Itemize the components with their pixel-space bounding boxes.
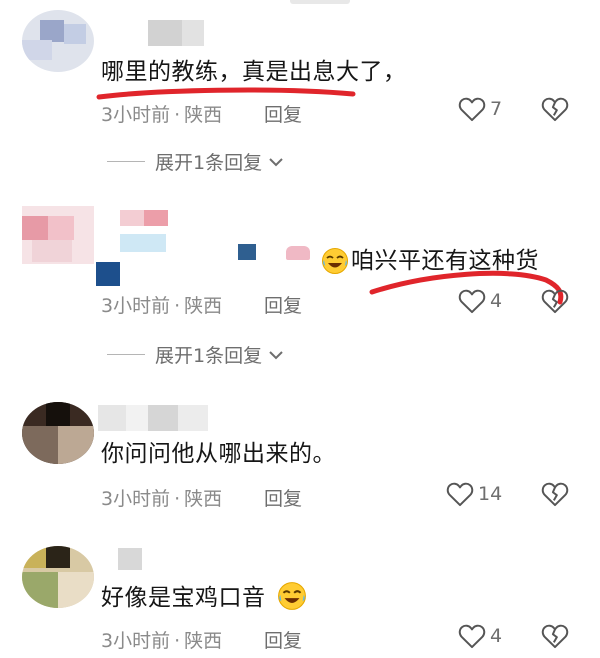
like-count: 4 xyxy=(490,625,503,647)
like-button[interactable]: 7 xyxy=(458,96,502,122)
heart-outline-icon xyxy=(446,482,474,507)
username-blurred xyxy=(238,244,262,270)
heart-outline-icon xyxy=(458,97,486,122)
dislike-button[interactable] xyxy=(541,96,569,126)
comment-meta: 3小时前 · 陕西 xyxy=(101,630,223,652)
divider xyxy=(107,354,145,355)
location: 陕西 xyxy=(184,488,223,510)
expand-replies-button[interactable]: 展开1条回复 xyxy=(107,341,284,368)
username-blurred xyxy=(96,262,126,288)
like-count: 7 xyxy=(490,98,503,120)
reply-button[interactable]: 回复 xyxy=(264,484,302,511)
avatar[interactable] xyxy=(22,206,94,268)
heart-outline-icon xyxy=(458,624,486,649)
reply-button[interactable]: 回复 xyxy=(264,626,302,653)
chevron-down-icon xyxy=(269,350,283,359)
username-blurred[interactable] xyxy=(118,548,148,574)
broken-heart-icon xyxy=(541,289,569,314)
tears-of-joy-emoji xyxy=(322,248,348,274)
like-count: 4 xyxy=(490,290,503,312)
divider xyxy=(107,161,145,162)
avatar[interactable] xyxy=(22,546,94,608)
reply-button[interactable]: 回复 xyxy=(264,100,302,127)
location: 陕西 xyxy=(184,104,223,126)
avatar[interactable] xyxy=(22,10,94,72)
location: 陕西 xyxy=(184,630,223,652)
chevron-down-icon xyxy=(269,157,283,166)
broken-heart-icon xyxy=(541,97,569,122)
comment-text: 哪里的教练，真是出息大了， xyxy=(101,59,407,85)
top-cutoff-text xyxy=(290,0,350,4)
broken-heart-icon xyxy=(541,482,569,507)
dislike-button[interactable] xyxy=(541,623,569,653)
like-count: 14 xyxy=(478,483,503,505)
expand-replies-label: 展开1条回复 xyxy=(155,152,263,174)
location: 陕西 xyxy=(184,295,223,317)
dislike-button[interactable] xyxy=(541,481,569,511)
timestamp: 3小时前 xyxy=(101,104,171,126)
timestamp: 3小时前 xyxy=(101,630,171,652)
like-button[interactable]: 4 xyxy=(458,288,502,314)
comment-meta: 3小时前 · 陕西 xyxy=(101,104,223,126)
comment-meta: 3小时前 · 陕西 xyxy=(101,488,223,510)
tears-of-joy-emoji xyxy=(278,582,306,610)
timestamp: 3小时前 xyxy=(101,295,171,317)
avatar[interactable] xyxy=(22,402,94,464)
timestamp: 3小时前 xyxy=(101,488,171,510)
heart-outline-icon xyxy=(458,289,486,314)
like-button[interactable]: 14 xyxy=(446,481,502,507)
username-blurred[interactable] xyxy=(120,210,190,252)
username-blurred[interactable] xyxy=(98,405,208,431)
username-blurred[interactable] xyxy=(148,20,208,46)
comment-text: 你问问他从哪出来的。 xyxy=(101,441,336,467)
broken-heart-icon xyxy=(541,624,569,649)
comment-meta: 3小时前 · 陕西 xyxy=(101,295,223,317)
comment-text: 好像是宝鸡口音 xyxy=(101,585,266,611)
reply-button[interactable]: 回复 xyxy=(264,291,302,318)
expand-replies-label: 展开1条回复 xyxy=(155,345,263,367)
like-button[interactable]: 4 xyxy=(458,623,502,649)
dislike-button[interactable] xyxy=(541,288,569,318)
comment-text: 咱兴平还有这种货 xyxy=(351,248,539,274)
expand-replies-button[interactable]: 展开1条回复 xyxy=(107,148,284,175)
user-badge-icon xyxy=(286,246,310,260)
